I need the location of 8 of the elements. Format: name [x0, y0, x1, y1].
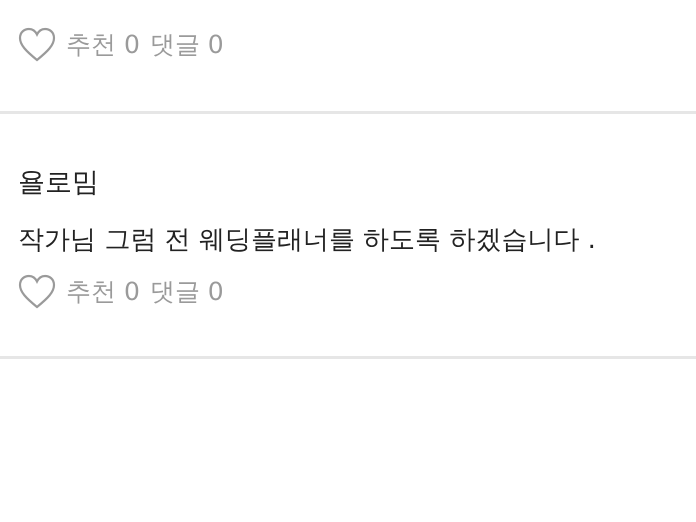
recommend-count[interactable]: 추천 0 — [66, 273, 140, 311]
comment-text: 작가님 그럼 전 웨딩플래너를 하도록 하겠습니다 . — [18, 224, 597, 257]
heart-icon[interactable] — [18, 274, 56, 310]
heart-icon[interactable] — [18, 27, 56, 63]
reply-count[interactable]: 댓글 0 — [150, 273, 224, 311]
comment-author: 욜로밈 — [18, 166, 100, 200]
recommend-count[interactable]: 추천 0 — [66, 26, 140, 64]
reply-count[interactable]: 댓글 0 — [150, 26, 224, 64]
